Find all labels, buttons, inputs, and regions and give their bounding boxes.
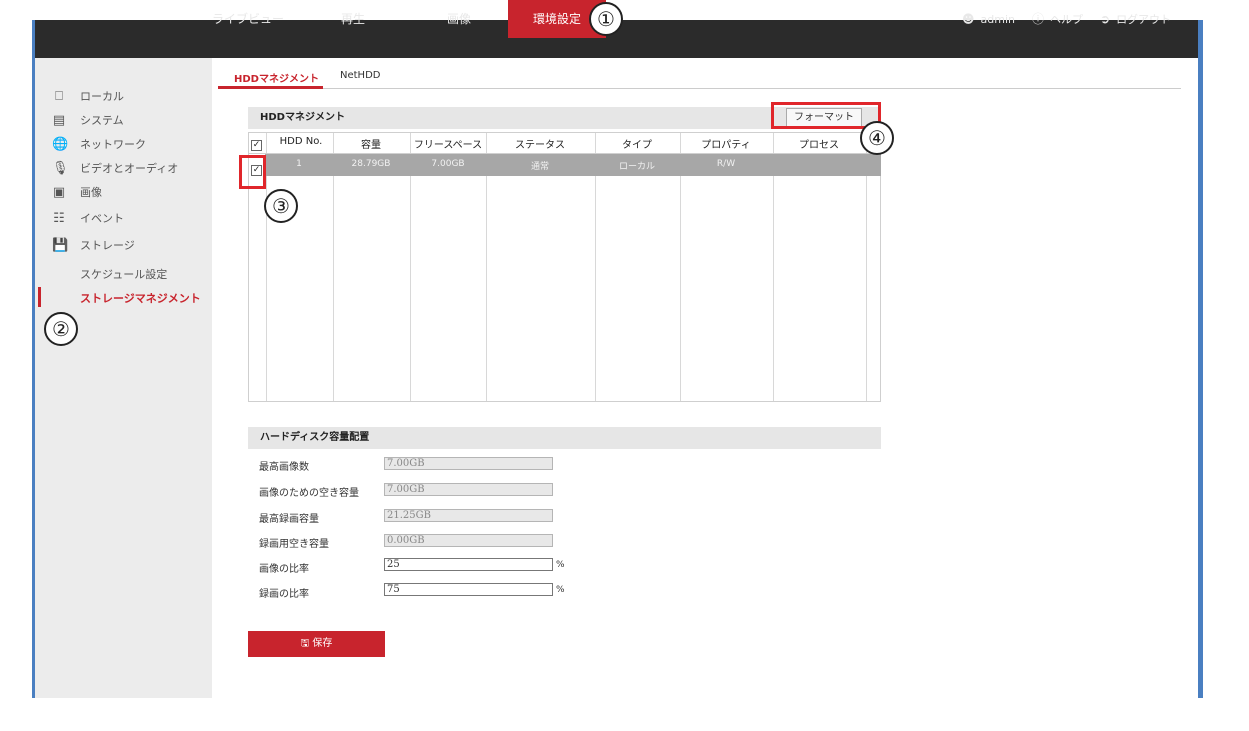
logout-link[interactable]: ➲ ログアウト xyxy=(1100,0,1171,38)
column-header: プロパティ xyxy=(701,140,751,151)
sidebar-item-label: 画像 xyxy=(80,186,102,199)
system-icon: ▤ xyxy=(52,113,66,128)
field-label: 最高録画容量 xyxy=(259,514,319,525)
tab-divider xyxy=(218,88,1181,89)
help-link[interactable]: ⓘ ヘルプ xyxy=(1032,0,1083,38)
field-label: 録画の比率 xyxy=(259,589,309,600)
record-free-space-field: 0.00GB xyxy=(384,534,553,547)
network-icon: 🌐 xyxy=(52,137,69,152)
video-audio-icon: 🎙 xyxy=(52,161,69,176)
column-header: フリースペース xyxy=(413,140,483,151)
record-ratio-input[interactable]: 75 xyxy=(384,583,553,596)
sidebar-item-image[interactable]: ▣ 画像 xyxy=(35,182,212,204)
hdd-section-title: HDDマネジメント xyxy=(260,112,345,123)
capacity-section-header: ハードディスク容量配置 xyxy=(248,427,881,449)
frame-border-right xyxy=(1198,20,1203,698)
picture-ratio-input[interactable]: 25 xyxy=(384,558,553,571)
max-record-field: 21.25GB xyxy=(384,509,553,522)
user-icon: ☻ xyxy=(962,12,975,26)
capacity-section-title: ハードディスク容量配置 xyxy=(260,432,370,443)
column-header: タイプ xyxy=(622,140,652,151)
sidebar-sub-storage-management[interactable]: ストレージマネジメント xyxy=(80,290,201,306)
monitor-icon: ⎕ xyxy=(55,89,63,104)
sidebar-item-label: イベント xyxy=(80,212,124,225)
sidebar-item-local[interactable]: ⎕ ローカル xyxy=(35,86,212,108)
nav-playback[interactable]: 再生 xyxy=(318,0,388,38)
callout-badge-4: ④ xyxy=(860,121,894,155)
field-label: 画像のための空き容量 xyxy=(259,488,359,499)
storage-icon: 💾 xyxy=(52,238,69,253)
sidebar-item-event[interactable]: ☷ イベント xyxy=(35,208,212,230)
callout-badge-2: ② xyxy=(44,312,78,346)
picture-free-space-field: 7.00GB xyxy=(384,483,553,496)
column-header: HDD No. xyxy=(279,136,323,147)
max-picture-field: 7.00GB xyxy=(384,457,553,470)
highlight-box-checkbox xyxy=(239,155,266,189)
column-header: ステータス xyxy=(515,140,565,151)
column-header: 容量 xyxy=(361,140,381,151)
cell-free-space: 7.00GB xyxy=(431,159,465,169)
sidebar-item-video-audio[interactable]: 🎙 ビデオとオーディオ xyxy=(35,158,212,180)
sidebar-item-label: ビデオとオーディオ xyxy=(80,162,179,175)
tab-hdd-management[interactable]: HDDマネジメント xyxy=(234,70,319,85)
save-icon: 🖫 xyxy=(300,638,310,649)
percent-unit: % xyxy=(556,585,565,595)
nav-image[interactable]: 画像 xyxy=(424,0,494,38)
sidebar-item-label: ストレージ xyxy=(80,239,135,252)
cell-type: ローカル xyxy=(618,162,655,172)
field-label: 最高画像数 xyxy=(259,462,309,473)
sidebar-item-label: ネットワーク xyxy=(80,138,146,151)
cell-status: 通常 xyxy=(530,162,549,172)
logout-label: ログアウト xyxy=(1116,13,1172,26)
percent-unit: % xyxy=(556,560,565,570)
sidebar-item-label: システム xyxy=(80,114,124,127)
field-label: 画像の比率 xyxy=(259,564,309,575)
callout-badge-1: ① xyxy=(589,2,623,36)
cell-hdd-no: 1 xyxy=(296,159,302,169)
tab-nethdd[interactable]: NetHDD xyxy=(340,70,380,81)
cell-property: R/W xyxy=(716,159,736,169)
user-name: admin xyxy=(980,13,1015,26)
field-label: 録画用空き容量 xyxy=(259,539,329,550)
sidebar-item-storage[interactable]: 💾 ストレージ xyxy=(35,235,212,257)
column-header: プロセス xyxy=(799,140,839,151)
save-label: 保存 xyxy=(312,638,333,649)
nav-live-view[interactable]: ライブビュー xyxy=(208,0,288,38)
event-icon: ☷ xyxy=(53,211,65,226)
cell-capacity: 28.79GB xyxy=(351,159,391,169)
help-label: ヘルプ xyxy=(1050,13,1084,26)
select-all-checkbox[interactable]: ✓ xyxy=(251,140,262,151)
sidebar-sub-schedule[interactable]: スケジュール設定 xyxy=(80,266,167,282)
logout-icon: ➲ xyxy=(1100,12,1111,26)
callout-badge-3: ③ xyxy=(264,189,298,223)
sidebar-item-system[interactable]: ▤ システム xyxy=(35,110,212,132)
sidebar-active-indicator xyxy=(38,287,41,307)
user-menu[interactable]: ☻ admin xyxy=(962,0,1015,38)
image-icon: ▣ xyxy=(52,185,66,200)
info-icon: ⓘ xyxy=(1032,12,1045,26)
save-button[interactable]: 🖫 保存 xyxy=(248,631,385,657)
tab-active-underline xyxy=(218,86,323,89)
sidebar-item-network[interactable]: 🌐 ネットワーク xyxy=(35,134,212,156)
sidebar-item-label: ローカル xyxy=(80,90,124,103)
